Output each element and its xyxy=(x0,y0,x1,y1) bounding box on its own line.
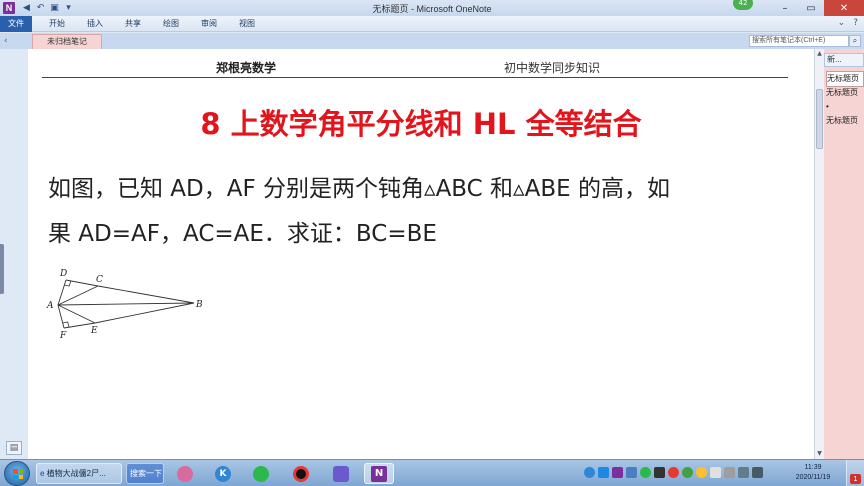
taskbar-onenote-icon[interactable]: N xyxy=(364,463,394,484)
taskbar-clock[interactable]: 11:39 2020/11/19 xyxy=(786,463,840,483)
onenote-icon[interactable]: N xyxy=(3,2,15,14)
problem-line-2: 果 AD=AF，AC=AE．求证：BC=BE xyxy=(48,221,437,247)
taskbar: e 植物大战僵2尸... 搜索一下 K N 11:39 2020/11/19 1 xyxy=(0,459,864,486)
segment-ab xyxy=(57,302,195,306)
minimize-button[interactable]: – xyxy=(772,0,798,16)
tray-onenote-icon[interactable] xyxy=(612,467,623,478)
taskbar-wps-icon[interactable] xyxy=(326,463,356,484)
title-bar: N ◀ ↶ ▣ ▾ 无标题页 - Microsoft OneNote 42 – … xyxy=(0,0,864,16)
tab-home[interactable]: 开始 xyxy=(38,16,76,32)
label-c: C xyxy=(96,275,103,285)
page-title[interactable]: 8 上数学角平分线和 HL 全等结合 xyxy=(28,101,814,143)
expand-navigation-icon[interactable]: ‹ xyxy=(4,36,8,46)
page-list-item[interactable]: 无标题页 xyxy=(826,114,864,128)
new-page-button[interactable]: 新... xyxy=(824,53,864,67)
tab-insert[interactable]: 插入 xyxy=(76,16,114,32)
start-button[interactable] xyxy=(4,461,30,486)
taskbar-search-button[interactable]: 搜索一下 xyxy=(126,463,164,484)
tray-blue-icon[interactable] xyxy=(598,467,609,478)
tab-share[interactable]: 共享 xyxy=(114,16,152,32)
tray-k-icon[interactable] xyxy=(584,467,595,478)
segment-ac xyxy=(57,285,99,306)
customize-icon[interactable]: ▾ xyxy=(63,3,74,14)
collapse-handle[interactable] xyxy=(0,244,4,294)
page-list-item[interactable]: 无标题页 xyxy=(826,71,864,87)
tab-draw[interactable]: 绘图 xyxy=(152,16,190,32)
label-e: E xyxy=(90,326,98,336)
tab-view[interactable]: 视图 xyxy=(228,16,266,32)
window-controls: – ▭ ✕ xyxy=(772,0,864,16)
scroll-up-icon[interactable]: ▲ xyxy=(815,49,824,59)
maximize-button[interactable]: ▭ xyxy=(798,0,824,16)
geometry-figure: D C A B E F xyxy=(46,269,203,341)
taskbar-browser-window[interactable]: e 植物大战僵2尸... xyxy=(36,463,122,484)
problem-text[interactable]: 如图，已知 AD，AF 分别是两个钝角▵ABC 和▵ABE 的高，如 果 AD=… xyxy=(48,167,798,257)
undo-icon[interactable]: ↶ xyxy=(35,3,46,14)
tray-wechat-icon[interactable] xyxy=(640,467,651,478)
system-tray xyxy=(584,467,763,478)
scroll-down-icon[interactable]: ▼ xyxy=(815,449,824,459)
tray-volume-icon[interactable] xyxy=(752,467,763,478)
tray-green-icon[interactable] xyxy=(682,467,693,478)
back-icon[interactable]: ◀ xyxy=(21,3,32,14)
tray-yellow-icon[interactable] xyxy=(696,467,707,478)
segment-af xyxy=(57,304,65,329)
page-scrollbar[interactable]: ▲ ▼ xyxy=(814,49,824,459)
tray-ime-icon[interactable] xyxy=(710,467,721,478)
taskbar-k-icon[interactable]: K xyxy=(208,463,238,484)
search-input[interactable]: 搜索所有笔记本(Ctrl+E) xyxy=(749,35,849,47)
notification-count-badge: 1 xyxy=(850,474,861,484)
ribbon-tabs: 文件 开始 插入 共享 绘图 审阅 视图 ⌄ ? xyxy=(0,15,864,32)
label-b: B xyxy=(195,300,203,310)
page-list-item[interactable]: 无标题页 xyxy=(826,86,864,100)
ribbon-options: ⌄ ? xyxy=(838,18,858,28)
tray-video-icon[interactable] xyxy=(654,467,665,478)
note-page[interactable]: 郑根亮数学 初中数学同步知识 8 上数学角平分线和 HL 全等结合 如图，已知 … xyxy=(28,49,814,459)
problem-line-1: 如图，已知 AD，AF 分别是两个钝角▵ABC 和▵ABE 的高，如 xyxy=(48,176,670,202)
taskbar-wechat-icon[interactable] xyxy=(246,463,276,484)
tray-folder-icon[interactable] xyxy=(626,467,637,478)
page-header-subject: 初中数学同步知识 xyxy=(504,61,601,75)
notification-badge: 42 xyxy=(733,0,753,10)
clock-time: 11:39 xyxy=(804,464,822,471)
search-icon[interactable]: ⌕ xyxy=(849,35,861,47)
segment-eb xyxy=(94,302,195,324)
tray-network-icon[interactable] xyxy=(738,467,749,478)
segment-ae xyxy=(57,304,96,324)
segment-cb xyxy=(97,285,195,304)
quick-access-toolbar: ◀ ↶ ▣ ▾ xyxy=(21,3,74,14)
notebook-bar: ‹ 未归档笔记 搜索所有笔记本(Ctrl+E) ⌕ xyxy=(0,33,864,49)
taskbar-window-label: 植物大战僵2尸... xyxy=(46,469,106,478)
label-a: A xyxy=(46,301,54,311)
tab-file[interactable]: 文件 xyxy=(0,15,32,32)
tray-record-icon[interactable] xyxy=(668,467,679,478)
scrollbar-thumb[interactable] xyxy=(816,89,823,149)
page-list-pane: 新... 无标题页 无标题页 • 无标题页 xyxy=(824,49,864,459)
taskbar-game-icon[interactable] xyxy=(170,463,200,484)
page-header-author: 郑根亮数学 xyxy=(216,61,277,75)
page-list-item[interactable]: • xyxy=(826,100,864,114)
header-divider xyxy=(42,77,788,78)
close-button[interactable]: ✕ xyxy=(824,0,864,16)
dock-icon[interactable]: ▣ xyxy=(49,3,60,14)
show-desktop-button[interactable]: 1 xyxy=(846,460,864,486)
windows-logo-icon xyxy=(13,469,23,479)
section-tab-unfiled[interactable]: 未归档笔记 xyxy=(32,34,102,49)
help-icon[interactable]: ? xyxy=(853,18,858,28)
expand-ribbon-icon[interactable]: ⌄ xyxy=(838,18,846,28)
left-navigation-strip: ▤ xyxy=(0,49,28,459)
segment-ad xyxy=(57,279,67,306)
notebook-list-icon[interactable]: ▤ xyxy=(6,441,22,455)
segment-dc xyxy=(65,279,99,287)
tray-flag-icon[interactable] xyxy=(724,467,735,478)
label-d: D xyxy=(59,269,67,279)
taskbar-record-icon[interactable] xyxy=(286,463,316,484)
ie-icon: e xyxy=(40,469,45,478)
clock-date: 2020/11/19 xyxy=(795,474,831,481)
label-f: F xyxy=(59,331,67,341)
tab-review[interactable]: 审阅 xyxy=(190,16,228,32)
